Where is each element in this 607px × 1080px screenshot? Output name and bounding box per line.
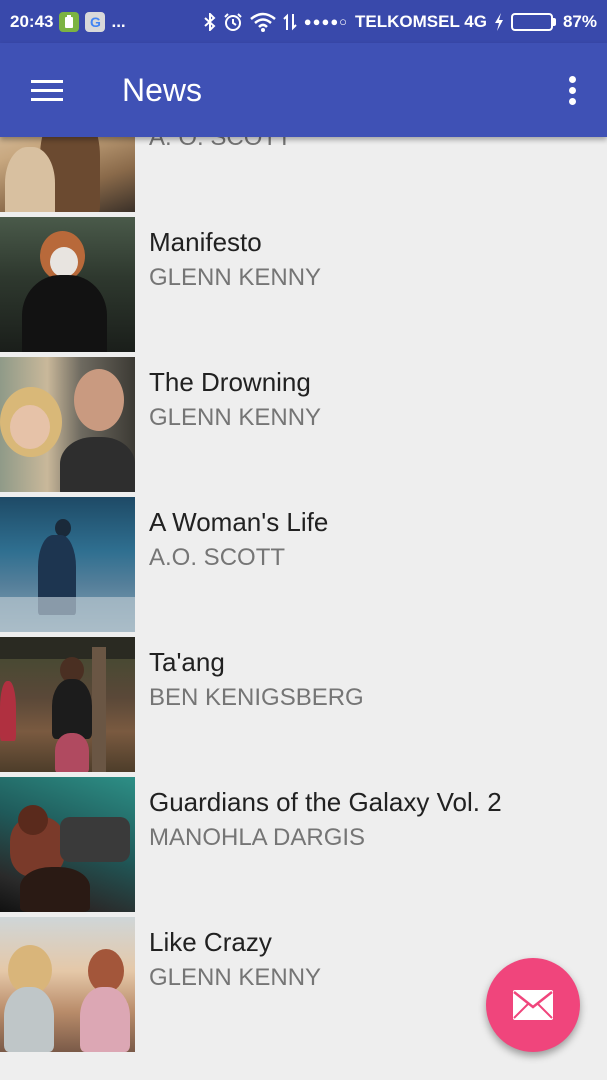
- article-title: A Woman's Life: [149, 507, 329, 537]
- article-title: Manifesto: [149, 227, 262, 257]
- data-transfer-icon: [283, 13, 297, 31]
- list-item[interactable]: Ta'ang BEN KENIGSBERG: [0, 637, 607, 777]
- article-thumbnail: [0, 357, 135, 492]
- article-author: GLENN KENNY: [149, 264, 322, 291]
- article-author: A.O. SCOTT: [149, 544, 286, 571]
- article-title: Guardians of the Galaxy Vol. 2: [149, 787, 502, 817]
- more-vert-icon: [568, 75, 576, 83]
- email-icon: [513, 990, 553, 1020]
- article-thumbnail: [0, 497, 135, 632]
- navigation-menu-button[interactable]: [0, 43, 94, 137]
- list-item[interactable]: Manifesto GLENN KENNY: [0, 217, 607, 357]
- article-thumbnail: [0, 917, 135, 1052]
- compose-email-button[interactable]: [486, 958, 580, 1052]
- page-title: News: [122, 71, 203, 108]
- status-bar: 20:43 G ... ●●●●○ TELKOMSEL 4G 87%: [0, 0, 607, 43]
- alarm-icon: [223, 12, 243, 32]
- more-notifications-indicator: ...: [111, 11, 126, 31]
- list-item[interactable]: Guardians of the Galaxy Vol. 2 MANOHLA D…: [0, 777, 607, 917]
- article-thumbnail: [0, 777, 135, 912]
- google-notification-icon: G: [85, 11, 106, 32]
- article-author: MANOHLA DARGIS: [149, 824, 366, 851]
- wifi-icon: [249, 12, 276, 32]
- article-author: GLENN KENNY: [149, 404, 322, 431]
- article-list[interactable]: A. O. SCOTT Manifesto GLENN KENNY The Dr…: [0, 77, 607, 1057]
- bluetooth-icon: [204, 12, 216, 31]
- article-title: Like Crazy: [149, 927, 272, 957]
- list-item[interactable]: The Drowning GLENN KENNY: [0, 357, 607, 497]
- article-thumbnail: [0, 637, 135, 772]
- app-bar: News: [0, 43, 607, 137]
- status-time: 20:43: [10, 11, 54, 31]
- screen: 20:43 G ... ●●●●○ TELKOMSEL 4G 87% News …: [0, 0, 607, 1080]
- carrier-label: TELKOMSEL 4G: [355, 11, 487, 31]
- signal-strength-icon: ●●●●○: [303, 14, 349, 29]
- article-author: BEN KENIGSBERG: [149, 684, 364, 711]
- article-author: GLENN KENNY: [149, 964, 322, 991]
- list-item[interactable]: A Woman's Life A.O. SCOTT: [0, 497, 607, 637]
- hamburger-icon: [31, 74, 63, 107]
- overflow-menu-button[interactable]: [537, 43, 607, 137]
- article-title: Ta'ang: [149, 647, 225, 677]
- battery-saver-notification-icon: [59, 11, 80, 32]
- article-title: The Drowning: [149, 367, 311, 397]
- battery-icon: [510, 12, 556, 31]
- charging-icon: [494, 12, 504, 31]
- battery-percent: 87%: [562, 11, 597, 31]
- article-thumbnail: [0, 217, 135, 352]
